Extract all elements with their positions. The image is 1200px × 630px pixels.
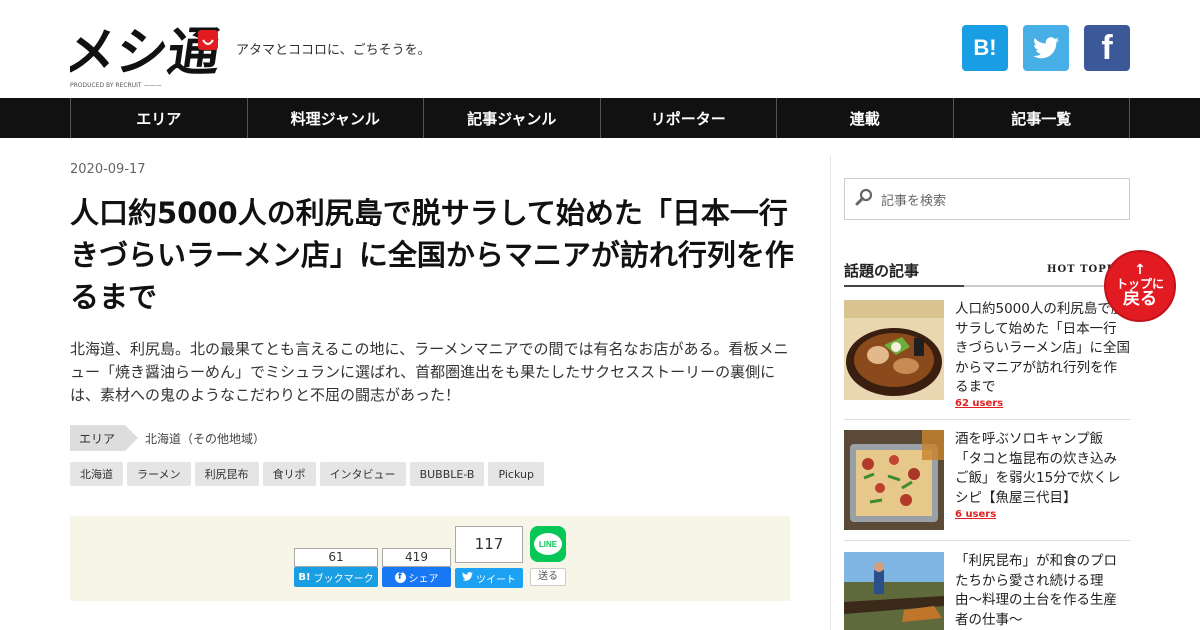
twitter-icon[interactable] [1023,25,1069,71]
search-icon [855,188,873,210]
share-box: 61 B! ブックマーク 419 f シェア 117 ツイート LINE 送る [70,516,790,601]
svg-text:メシ通: メシ通 [70,22,220,83]
nav-item-series[interactable]: 連載 [777,98,954,138]
tag-list: 北海道 ラーメン 利尻昆布 食リポ インタビュー BUBBLE-B Pickup [70,462,544,486]
ramen-thumbnail[interactable] [844,300,944,400]
nav-item-reporter[interactable]: リポーター [601,98,777,138]
nav-item-article-list[interactable]: 記事一覧 [954,98,1130,138]
twitter-share-label: ツイート [476,574,516,586]
nav-item-article-genre[interactable]: 記事ジャンル [424,98,601,138]
global-nav: エリア 料理ジャンル 記事ジャンル リポーター 連載 記事一覧 [0,98,1200,138]
hot-article-users[interactable]: 6 users [955,509,996,520]
tag-item[interactable]: 利尻昆布 [194,462,259,486]
site-header: メシ通 PRODUCED BY RECRUIT ——— アタマとココロに、ごちそ… [0,0,1200,98]
facebook-count: 419 [382,548,451,567]
line-icon: LINE [530,526,566,562]
nav-item-area[interactable]: エリア [71,98,248,138]
area-row: エリア 北海道（その他地域） [70,425,265,451]
hot-topics-rule-accent [844,285,964,287]
site-logo[interactable]: メシ通 PRODUCED BY RECRUIT ——— [60,10,225,90]
divider [844,540,1130,541]
tag-item[interactable]: Pickup [488,462,544,486]
twitter-share-button[interactable]: 117 ツイート [455,526,523,588]
hot-article-item[interactable]: 人口約5000人の利尻島で脱サラして始めた「日本一行きづらいラーメン店」に全国か… [844,300,1130,415]
hatena-bookmark-icon[interactable]: B! [962,25,1008,71]
twitter-small-icon [462,572,473,584]
tag-item[interactable]: 食リポ [262,462,316,486]
hot-article-title[interactable]: 「利尻昆布」が和食のプロたちから愛され続ける理由〜料理の土台を作る生産者の仕事〜 [955,552,1130,630]
article-title: 人口約5000人の利尻島で脱サラして始めた「日本一行きづらいラーメン店」に全国か… [70,196,794,314]
up-arrow-icon: ↑ [1134,262,1146,279]
hot-article-item[interactable]: 「利尻昆布」が和食のプロたちから愛され続ける理由〜料理の土台を作る生産者の仕事〜 [844,552,1130,630]
tag-item[interactable]: ラーメン [127,462,191,486]
search-input[interactable]: 記事を検索 [844,178,1130,220]
hatena-count: 61 [294,548,378,567]
article-lead: 北海道、利尻島。北の最果てとも言えるこの地に、ラーメンマニアでの間では有名なお店… [70,340,789,404]
nav-item-cuisine-genre[interactable]: 料理ジャンル [248,98,424,138]
search-placeholder: 記事を検索 [881,193,947,209]
area-value-link[interactable]: 北海道（その他地域） [145,430,265,447]
facebook-share-button[interactable]: 419 f シェア [382,548,451,587]
hot-article-title[interactable]: 人口約5000人の利尻島で脱サラして始めた「日本一行きづらいラーメン店」に全国か… [955,300,1130,398]
line-send-label: 送る [530,568,566,586]
facebook-share-label: シェア [408,573,439,585]
svg-text:PRODUCED BY RECRUIT ———: PRODUCED BY RECRUIT ——— [70,82,161,89]
article-date: 2020-09-17 [70,162,146,177]
area-label: エリア [70,425,138,451]
hot-topics-heading: 話題の記事 [844,262,920,280]
divider [844,419,1130,420]
tag-item[interactable]: 北海道 [70,462,123,486]
back-to-top-button[interactable]: ↑ トップに 戻る [1104,250,1176,322]
tag-item[interactable]: BUBBLE-B [409,462,485,486]
hot-article-title[interactable]: 酒を呼ぶソロキャンプ飯「タコと塩昆布の炊き込みご飯」を弱火15分で炊くレシピ【魚… [955,430,1130,508]
facebook-round-icon: f [394,571,406,583]
sidebar-divider [830,156,831,630]
hatena-icon: B! [298,571,311,583]
hatena-share-button[interactable]: 61 B! ブックマーク [294,548,378,587]
kelp-harvest-thumbnail[interactable] [844,552,944,630]
twitter-count: 117 [455,526,523,563]
hot-article-users[interactable]: 62 users [955,398,1003,409]
site-tagline: アタマとココロに、ごちそうを。 [236,43,431,58]
line-share-button[interactable]: LINE 送る [530,526,566,586]
hot-article-item[interactable]: 酒を呼ぶソロキャンプ飯「タコと塩昆布の炊き込みご飯」を弱火15分で炊くレシピ【魚… [844,430,1130,530]
hatena-share-label: ブックマーク [313,573,374,585]
facebook-icon[interactable]: f [1084,25,1130,71]
camp-rice-thumbnail[interactable] [844,430,944,530]
tag-item[interactable]: インタビュー [319,462,406,486]
